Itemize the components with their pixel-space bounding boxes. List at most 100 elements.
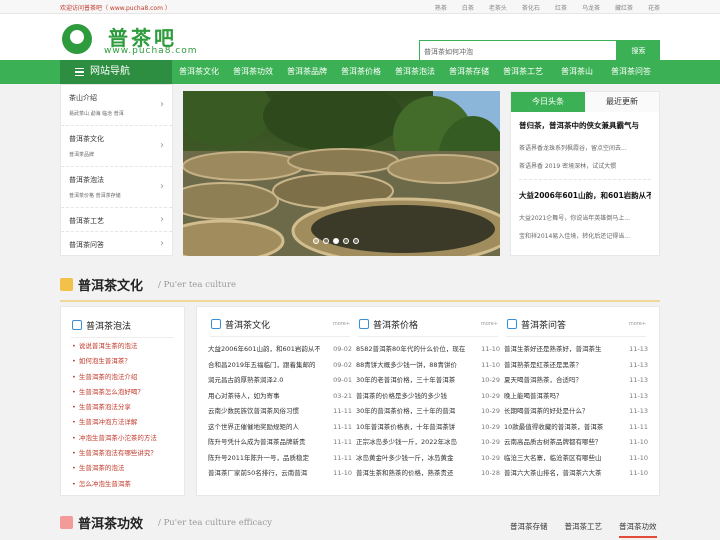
list-item[interactable]: 润元昌古韵厚熟茶润泽2.0 09-01 — [208, 373, 352, 389]
hero-banner-image[interactable] — [183, 91, 500, 256]
search-button[interactable]: 搜索 — [617, 40, 660, 62]
brew-link[interactable]: 生普洱茶的泡法介绍 — [72, 370, 157, 385]
news-link[interactable]: 茶语界香 2019 密境深林，试试大惯 — [519, 161, 651, 170]
nav-item[interactable]: 普洱茶工艺 — [496, 60, 550, 84]
chevron-right-icon: › — [160, 181, 164, 192]
list-item[interactable]: 普洱生茶好还是熟茶好，普洱茶生 11-13 — [504, 342, 648, 358]
search-input[interactable]: 普洱茶如何冲泡 — [419, 40, 617, 62]
list-qa: 普洱茶问答 more+ 普洱生茶好还是熟茶好，普洱茶生 11-13 普洱熟茶是红茶… — [496, 306, 656, 496]
list-item[interactable]: 云南高品质古树茶品牌都有哪些？ 11-10 — [504, 435, 648, 451]
side-category-item[interactable]: 普洱茶问答 › — [61, 232, 172, 256]
top-link[interactable]: 红茶 — [555, 3, 567, 12]
nav-item[interactable]: 普洱茶存储 — [442, 60, 496, 84]
tea-leaf-icon — [62, 24, 92, 54]
nav-item[interactable]: 普洱茶问答 — [604, 60, 658, 84]
list-item[interactable]: 普洱六大茶山排名，普洱茶六大茶 11-10 — [504, 466, 648, 482]
list-item[interactable]: 10年普洱茶价格表，十年普洱茶饼 10-29 — [356, 419, 500, 435]
tab-efficacy[interactable]: 普洱茶功效 — [619, 521, 657, 538]
news-link[interactable]: 大益2021仑舞号，你说当年英雄倒马上... — [519, 213, 651, 222]
list-item[interactable]: 陈升号2011年陈升一号，品质稳定 11-11 — [208, 450, 352, 466]
logo-url: www.pucha8.com — [104, 46, 198, 56]
carousel-dot[interactable] — [353, 238, 359, 244]
welcome-text: 欢迎访问普茶吧（ www.pucha8.com ） — [60, 5, 171, 12]
nav-item[interactable]: 普洱茶山 — [550, 60, 604, 84]
list-item[interactable]: 30年的老普洱价格，三十年普洱茶 10-29 — [356, 373, 500, 389]
top-link[interactable]: 熟茶 — [435, 3, 447, 12]
chevron-right-icon: › — [160, 214, 164, 225]
card-title: 普洱茶文化 — [211, 318, 270, 331]
list-item[interactable]: 普洱茶厂家前50名排行，云南普洱 11-10 — [208, 466, 352, 482]
section-icon — [60, 516, 73, 529]
news-link[interactable]: 茶语界香龙珠系列枫霞谷，留点空间去... — [519, 143, 651, 152]
list-item[interactable]: 晚上能喝普洱茶吗？ 11-13 — [504, 388, 648, 404]
list-item[interactable]: 长期喝普洱茶的好处是什么？ 11-13 — [504, 404, 648, 420]
category-sub[interactable]: 易武茶山 勐海 临沧 普洱 — [69, 110, 172, 117]
top-link[interactable]: 白茶 — [462, 3, 474, 12]
nav-item[interactable]: 普洱茶品牌 — [280, 60, 334, 84]
main-nav: 网站导航 普洱茶文化 普洱茶功效 普洱茶品牌 普洱茶价格 普洱茶泡法 普洱茶存储… — [0, 60, 720, 84]
category-sub[interactable]: 普洱茶价格 普洱茶存储 — [69, 192, 172, 199]
list-item[interactable]: 合和昌2019年五福临门，跟着集邮的 09-02 — [208, 357, 352, 373]
list-culture: 普洱茶文化 more+ 大益2006年601山韵，和601岩韵从不 09-02 合… — [200, 306, 360, 496]
top-link[interactable]: 藏红茶 — [615, 3, 633, 12]
side-category-item[interactable]: 普洱茶工艺 › — [61, 208, 172, 232]
category-title: 普洱茶文化 — [69, 135, 104, 143]
brew-link[interactable]: 生普洱茶泡法有哪些讲究？ — [72, 446, 157, 461]
nav-item[interactable]: 普洱茶功效 — [226, 60, 280, 84]
side-category-item[interactable]: 茶山介绍 易武茶山 勐海 临沧 普洱 › — [61, 85, 172, 126]
brew-link[interactable]: 冲泡生普洱茶小沱茶的方法 — [72, 431, 157, 446]
more-link[interactable]: more+ — [629, 321, 646, 327]
nav-item[interactable]: 普洱茶泡法 — [388, 60, 442, 84]
article-list: 大益2006年601山韵，和601岩韵从不 09-02 合和昌2019年五福临门，… — [208, 342, 352, 482]
news-headline[interactable]: 大益2006年601山韵，和601岩韵从不 — [519, 190, 651, 201]
list-item[interactable]: 云南少数民族饮普洱茶风俗习惯 11-11 — [208, 404, 352, 420]
nav-menu-toggle[interactable]: 网站导航 — [60, 60, 172, 84]
top-link[interactable]: 花茶 — [648, 3, 660, 12]
tab-today-headlines[interactable]: 今日头条 — [511, 92, 585, 112]
list-item[interactable]: 8582普洱茶80年代的什么价位，现在 11-10 — [356, 342, 500, 358]
list-item[interactable]: 这个世界正催催地奖励规矩的人 11-11 — [208, 419, 352, 435]
list-item[interactable]: 30年的普洱茶价格，三十年的普洱 10-29 — [356, 404, 500, 420]
brew-link[interactable]: 生普洱冲泡方法详解 — [72, 415, 157, 430]
tab-craft[interactable]: 普洱茶工艺 — [565, 521, 603, 538]
brew-link[interactable]: 生普洱茶泡法分享 — [72, 400, 157, 415]
news-headline[interactable]: 普归茶，普洱茶中的侠女兼具霸气与 — [519, 120, 651, 131]
list-item[interactable]: 普洱生茶和熟茶的价格，熟茶贵还 10-28 — [356, 466, 500, 482]
category-sub[interactable]: 普洱茶品牌 — [69, 151, 172, 158]
list-item[interactable]: 冰岛黄金叶多少钱一斤，冰岛黄金 10-29 — [356, 450, 500, 466]
brew-link[interactable]: 怎么冲泡生普洱茶 — [72, 477, 157, 492]
list-item[interactable]: 夏天喝普洱熟茶，合适吗？ 11-13 — [504, 373, 648, 389]
carousel-dot-active[interactable] — [333, 238, 339, 244]
list-item[interactable]: 大益2006年601山韵，和601岩韵从不 09-02 — [208, 342, 352, 358]
brew-link[interactable]: 说说普洱生茶的泡法 — [72, 339, 157, 354]
list-item[interactable]: 88青饼大概多少钱一饼，88青饼价 11-10 — [356, 357, 500, 373]
news-block: 普归茶，普洱茶中的侠女兼具霸气与 茶语界香龙珠系列枫霞谷，留点空间去... 茶语… — [511, 112, 659, 170]
tab-storage[interactable]: 普洱茶存储 — [510, 521, 548, 538]
list-item[interactable]: 用心对茶待人，如为寄事 03-21 — [208, 388, 352, 404]
list-item[interactable]: 正宗冰岛多少钱一斤，2022年冰岛 10-29 — [356, 435, 500, 451]
carousel-dot[interactable] — [343, 238, 349, 244]
brew-link[interactable]: 生普洱茶的泡法 — [72, 461, 157, 476]
article-list: 普洱生茶好还是熟茶好，普洱茶生 11-13 普洱熟茶是红茶还是黑茶？ 11-13 夏… — [504, 342, 648, 482]
list-item[interactable]: 陈升号凭什么成为普洱茶品牌新贵 11-11 — [208, 435, 352, 451]
list-item[interactable]: 临沧三大名寨，临沧茶区有哪些山 11-10 — [504, 450, 648, 466]
list-item[interactable]: 普洱熟茶是红茶还是黑茶？ 11-13 — [504, 357, 648, 373]
top-link[interactable]: 茶化石 — [522, 3, 540, 12]
top-link[interactable]: 乌龙茶 — [582, 3, 600, 12]
nav-item[interactable]: 普洱茶文化 — [172, 60, 226, 84]
carousel-dot[interactable] — [313, 238, 319, 244]
list-item[interactable]: 普洱茶的价格是多少钱的多少钱 10-29 — [356, 388, 500, 404]
nav-item[interactable]: 普洱茶价格 — [334, 60, 388, 84]
tea-drying-photo — [183, 91, 500, 256]
category-title: 普洱茶泡法 — [69, 176, 104, 184]
brew-link[interactable]: 生普洱茶怎么泡好喝？ — [72, 385, 157, 400]
side-category-item[interactable]: 普洱茶文化 普洱茶品牌 › — [61, 126, 172, 167]
tab-recent-updates[interactable]: 最近更新 — [585, 92, 659, 112]
site-logo[interactable]: 普茶吧 www.pucha8.com — [62, 22, 202, 58]
news-link[interactable]: 宝和祥2014易入佳境，转化后还记得当... — [519, 231, 651, 240]
side-category-item[interactable]: 普洱茶泡法 普洱茶价格 普洱茶存储 › — [61, 167, 172, 208]
brew-link[interactable]: 如何泡生普洱茶？ — [72, 354, 157, 369]
top-link[interactable]: 老茶头 — [489, 3, 507, 12]
list-item[interactable]: 10款最值得收藏的普洱茶，普洱茶 11-11 — [504, 419, 648, 435]
carousel-dot[interactable] — [323, 238, 329, 244]
